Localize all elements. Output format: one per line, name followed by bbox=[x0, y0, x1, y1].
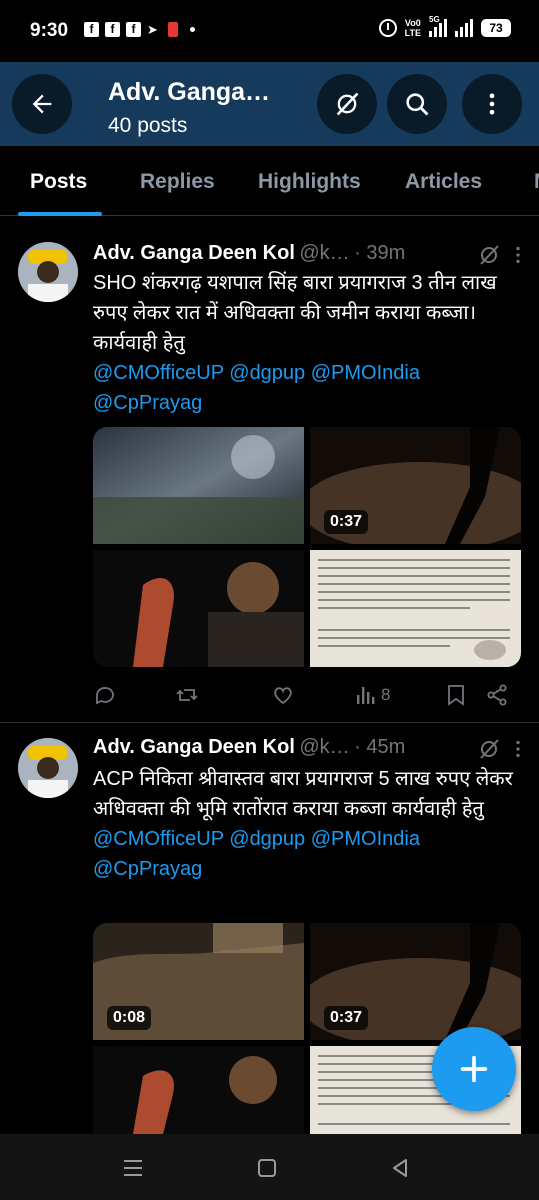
grok-icon bbox=[336, 92, 359, 116]
avatar[interactable] bbox=[18, 738, 78, 798]
active-tab-indicator bbox=[18, 212, 102, 216]
alarm-icon bbox=[378, 19, 397, 37]
mention-line[interactable]: @CpPrayag bbox=[93, 854, 513, 884]
battery-indicator: 73 bbox=[481, 19, 511, 37]
grok-icon[interactable] bbox=[477, 737, 501, 761]
system-icons: Vo0 LTE 5G 73 bbox=[378, 15, 511, 38]
author-handle[interactable]: @k… bbox=[299, 736, 349, 758]
media-video[interactable]: 0:08 bbox=[93, 923, 304, 1040]
notification-icons: f f f ➤ bbox=[84, 22, 195, 37]
mention-line[interactable]: @CMOfficeUP @dgpup @PMOIndia bbox=[93, 358, 513, 388]
compose-plus-icon bbox=[460, 1055, 488, 1083]
media-video[interactable] bbox=[93, 550, 304, 667]
more-vertical-icon[interactable] bbox=[507, 243, 529, 267]
facebook-icon: f bbox=[105, 22, 120, 37]
video-duration: 0:37 bbox=[324, 1006, 369, 1030]
tab-posts[interactable]: Posts bbox=[30, 170, 87, 194]
bookmark-button[interactable] bbox=[445, 682, 467, 708]
status-time: 9:30 bbox=[30, 20, 69, 41]
status-bar: 9:30 f f f ➤ Vo0 LTE 5G 73 bbox=[0, 0, 539, 62]
tweet-meta: Adv. Ganga Deen Kol @k… · 45m bbox=[93, 736, 406, 758]
telegram-icon: ➤ bbox=[147, 22, 158, 37]
post-time: 45m bbox=[366, 736, 406, 758]
tweet-body: SHO शंकरगढ़ यशपाल सिंह बारा प्रयागराज 3 … bbox=[93, 272, 497, 354]
mention-line[interactable]: @CMOfficeUP @dgpup @PMOIndia bbox=[93, 824, 513, 854]
media-video[interactable] bbox=[93, 1046, 304, 1134]
facebook-icon: f bbox=[84, 22, 99, 37]
back-nav-icon[interactable] bbox=[390, 1158, 410, 1178]
tweet-body: ACP निकिता श्रीवास्तव बारा प्रयागराज 5 ल… bbox=[93, 768, 513, 820]
network-type: Vo0 LTE bbox=[404, 18, 421, 38]
back-button[interactable] bbox=[12, 74, 72, 134]
system-nav-bar bbox=[0, 1134, 539, 1200]
tab-replies[interactable]: Replies bbox=[140, 170, 215, 194]
avatar[interactable] bbox=[18, 242, 78, 302]
post-time: 39m bbox=[366, 242, 406, 264]
signal-icon bbox=[455, 19, 473, 37]
back-arrow-icon bbox=[32, 94, 52, 114]
facebook-icon: f bbox=[126, 22, 141, 37]
like-button[interactable] bbox=[271, 682, 295, 708]
compose-button[interactable] bbox=[432, 1027, 516, 1111]
video-duration: 0:08 bbox=[107, 1006, 152, 1030]
media-document-image[interactable] bbox=[310, 550, 521, 667]
share-icon bbox=[487, 684, 507, 706]
grok-button[interactable] bbox=[317, 74, 377, 134]
more-options-button[interactable] bbox=[462, 74, 522, 134]
profile-header: Adv. Ganga… 40 posts bbox=[0, 62, 539, 146]
tab-articles[interactable]: Articles bbox=[405, 170, 482, 194]
profile-tabs: Posts Replies Highlights Articles M bbox=[0, 146, 539, 216]
video-duration: 0:37 bbox=[324, 510, 369, 534]
page-title: Adv. Ganga… bbox=[108, 78, 271, 106]
retweet-icon bbox=[176, 689, 198, 701]
tab-next-partial[interactable]: M bbox=[534, 170, 539, 194]
divider bbox=[0, 722, 539, 723]
tweet-text: SHO शंकरगढ़ यशपाल सिंह बारा प्रयागराज 3 … bbox=[93, 268, 513, 418]
tab-highlights[interactable]: Highlights bbox=[258, 170, 361, 194]
views-icon bbox=[357, 687, 375, 704]
media-video[interactable]: 0:37 bbox=[310, 923, 521, 1040]
signal-5g-icon: 5G bbox=[429, 15, 447, 37]
home-icon[interactable] bbox=[257, 1158, 277, 1178]
recent-apps-icon[interactable] bbox=[122, 1158, 144, 1178]
like-icon bbox=[274, 687, 292, 705]
tweet-text: ACP निकिता श्रीवास्तव बारा प्रयागराज 5 ल… bbox=[93, 764, 513, 884]
mention-line[interactable]: @CpPrayag bbox=[93, 388, 513, 418]
reply-button[interactable] bbox=[93, 682, 117, 708]
grok-icon[interactable] bbox=[477, 243, 501, 267]
tweet[interactable]: Adv. Ganga Deen Kol @k… · 39m SHO शंकरगढ… bbox=[0, 230, 539, 720]
more-vertical-icon bbox=[489, 93, 495, 115]
media-video[interactable]: 0:37 bbox=[310, 427, 521, 544]
media-grid: 0:37 bbox=[93, 427, 521, 669]
retweet-button[interactable] bbox=[175, 682, 199, 708]
author-handle[interactable]: @k… bbox=[299, 242, 349, 264]
app-notification-icon bbox=[168, 22, 178, 37]
post-count: 40 posts bbox=[108, 114, 188, 137]
search-button[interactable] bbox=[387, 74, 447, 134]
reply-icon bbox=[96, 687, 114, 705]
search-icon bbox=[406, 93, 429, 116]
tweet-meta: Adv. Ganga Deen Kol @k… · 39m bbox=[93, 242, 406, 264]
author-name[interactable]: Adv. Ganga Deen Kol bbox=[93, 736, 295, 758]
tweet-actions: 8 bbox=[93, 682, 521, 712]
views-count: 8 bbox=[381, 685, 391, 704]
share-button[interactable] bbox=[485, 682, 509, 708]
more-vertical-icon[interactable] bbox=[507, 737, 529, 761]
more-notifications-dot bbox=[190, 27, 195, 32]
media-video[interactable] bbox=[93, 427, 304, 544]
author-name[interactable]: Adv. Ganga Deen Kol bbox=[93, 242, 295, 264]
views-button[interactable]: 8 bbox=[355, 682, 390, 708]
bookmark-icon bbox=[448, 685, 464, 706]
